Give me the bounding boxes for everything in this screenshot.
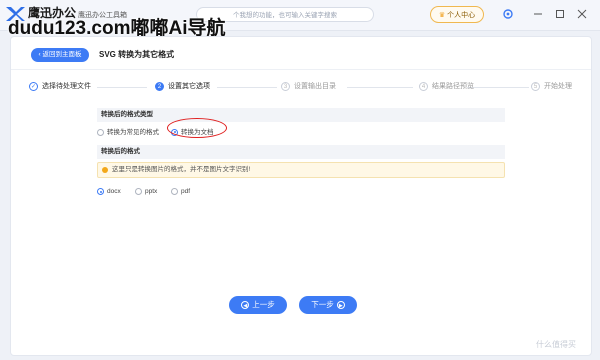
step-number: 5: [531, 81, 540, 91]
user-center-button[interactable]: ♛ 个人中心: [430, 6, 484, 23]
step-output-dir[interactable]: 3 设置输出目录: [281, 81, 336, 93]
radio-label: 转换为常见的格式: [107, 129, 159, 136]
user-center-label: 个人中心: [447, 12, 476, 19]
notice-bar: 这里只是转换图片的格式，并不是图片文字识别!: [97, 162, 505, 178]
warning-dot-icon: [102, 167, 108, 173]
step-label: 选择待处理文件: [42, 83, 91, 90]
step-label: 设置其它选项: [168, 83, 210, 90]
prev-arrow-icon: ◀: [241, 301, 250, 310]
radio-circle-selected: [97, 188, 104, 195]
radio-common-format[interactable]: 转换为常见的格式: [97, 126, 159, 136]
radio-label: docx: [107, 188, 121, 196]
radio-pptx[interactable]: pptx: [135, 188, 157, 195]
highlight-circle-annotation: [167, 118, 227, 138]
next-arrow-icon: ▶: [336, 301, 345, 310]
step-label: 设置输出目录: [294, 83, 336, 90]
close-icon[interactable]: [576, 8, 588, 20]
prev-step-button[interactable]: ◀ 上一步: [229, 296, 287, 314]
next-label: 下一步: [311, 300, 334, 309]
back-to-main-button[interactable]: ‹ 返回到主面板: [31, 48, 89, 62]
page-title: SVG 转换为其它格式: [99, 50, 175, 59]
step-label: 结果路径预览: [432, 83, 474, 90]
notice-text: 这里只是转换图片的格式，并不是图片文字识别!: [112, 166, 251, 173]
step-number: 3: [281, 81, 290, 91]
step-connector: [467, 87, 529, 88]
step-label: 开始处理: [544, 83, 572, 90]
settings-icon[interactable]: [502, 8, 514, 20]
header-divider: [11, 69, 591, 70]
format-heading: 转换后的格式: [97, 145, 505, 159]
crown-icon: ♛: [438, 12, 446, 19]
minimize-icon[interactable]: [532, 8, 544, 20]
radio-label: pdf: [181, 188, 191, 196]
format-type-heading: 转换后的格式类型: [97, 108, 505, 122]
step-start[interactable]: 5 开始处理: [531, 81, 572, 93]
prev-label: 上一步: [252, 300, 275, 309]
step-other-options[interactable]: 2 设置其它选项: [155, 81, 210, 93]
step-connector: [217, 87, 277, 88]
step-number: 4: [419, 81, 428, 91]
radio-circle: [135, 188, 142, 195]
step-check-icon: ✓: [29, 81, 38, 91]
title-bar: 鹰迅办公 鹰迅办公工具箱 个我想的功能，也可输入关键字搜索 ♛ 个人中心 dudu…: [0, 0, 600, 39]
radio-pdf[interactable]: pdf: [171, 188, 190, 195]
step-preview[interactable]: 4 结果路径预览: [419, 81, 474, 93]
radio-docx[interactable]: docx: [97, 188, 121, 195]
next-step-button[interactable]: 下一步 ▶: [299, 296, 357, 314]
radio-label: pptx: [145, 188, 158, 196]
step-select-files[interactable]: ✓ 选择待处理文件: [29, 81, 91, 93]
step-connector: [97, 87, 147, 88]
radio-circle: [97, 128, 104, 136]
radio-circle: [171, 188, 178, 195]
step-number: 2: [155, 81, 164, 91]
corner-watermark: 什么值得买: [536, 340, 576, 349]
maximize-icon[interactable]: [554, 8, 566, 20]
step-connector: [347, 87, 413, 88]
back-label: 返回到主面板: [42, 51, 82, 58]
